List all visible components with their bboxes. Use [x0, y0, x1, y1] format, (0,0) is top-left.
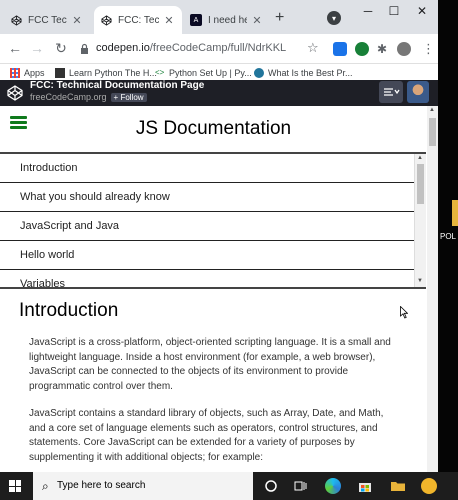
- bookmark-label: Python Set Up | Py...: [169, 68, 252, 78]
- url-domain: codepen.io: [96, 42, 150, 54]
- nav-link-javascript-and-java[interactable]: JavaScript and Java: [0, 212, 414, 241]
- extension-green-icon[interactable]: [355, 42, 369, 56]
- back-arrow-icon[interactable]: ←: [6, 40, 24, 56]
- tab-title: FCC Tech Do: [28, 14, 67, 26]
- tab-close-icon[interactable]: ✕: [250, 14, 264, 27]
- tab-search-icon[interactable]: ▾: [327, 11, 341, 25]
- store-icon[interactable]: [357, 478, 373, 494]
- page-scroll-thumb[interactable]: [429, 118, 436, 146]
- edge-icon[interactable]: [325, 478, 341, 494]
- desktop-icon-label: POL S: [440, 232, 458, 241]
- bookmark-best-pr[interactable]: What Is the Best Pr...: [254, 68, 353, 78]
- tab-need-help[interactable]: A I need help w ✕: [184, 6, 270, 34]
- tab-close-icon[interactable]: ✕: [162, 14, 176, 27]
- nav-link-introduction[interactable]: Introduction: [0, 154, 414, 183]
- bookmark-python-setup[interactable]: <> Python Set Up | Py...: [155, 68, 252, 78]
- bookmark-learn-python[interactable]: Learn Python The H...: [55, 68, 157, 78]
- nav-scrollbar[interactable]: ▲ ▼: [414, 154, 426, 287]
- codepen-favicon-icon: [10, 14, 22, 26]
- bookmark-star-icon[interactable]: ☆: [307, 40, 319, 56]
- scroll-up-icon[interactable]: ▲: [417, 155, 423, 161]
- new-tab-button[interactable]: +: [275, 10, 284, 26]
- bookmark-label: Apps: [24, 68, 45, 78]
- desktop-folder-icon[interactable]: [452, 200, 458, 226]
- browser-toolbar: ← → ↻ codepen.io/freeCodeCamp/full/NdrKK…: [0, 34, 438, 64]
- nav-scroll-thumb[interactable]: [417, 164, 424, 204]
- task-view-icon[interactable]: [293, 478, 309, 494]
- codepen-header: FCC: Technical Documentation Page freeCo…: [0, 80, 438, 106]
- mouse-cursor-icon: [400, 306, 408, 319]
- wordpress-icon: [254, 68, 264, 78]
- extensions-puzzle-icon[interactable]: ✱: [377, 42, 391, 56]
- close-window-icon[interactable]: ✕: [412, 4, 432, 18]
- address-bar[interactable]: codepen.io/freeCodeCamp/full/NdrKKL: [96, 42, 286, 54]
- extension-blue-icon[interactable]: [333, 42, 347, 56]
- section-heading: Introduction: [19, 300, 119, 321]
- search-icon: ⌕: [42, 479, 49, 493]
- tab-close-icon[interactable]: ✕: [70, 14, 84, 27]
- taskbar-search[interactable]: ⌕ Type here to search: [33, 472, 253, 500]
- page-scrollbar[interactable]: ▲: [427, 106, 438, 472]
- nav-link-prerequisites[interactable]: What you should already know: [0, 183, 414, 212]
- profile-avatar-icon[interactable]: [397, 42, 411, 56]
- fcc-forum-favicon-icon: A: [190, 14, 202, 26]
- forward-arrow-icon[interactable]: →: [28, 40, 46, 56]
- minimize-icon[interactable]: ─: [358, 4, 378, 18]
- pen-title: FCC: Technical Documentation Page: [30, 80, 205, 91]
- nav-list: Introduction What you should already kno…: [0, 154, 414, 287]
- lock-icon: [81, 43, 88, 54]
- page-title: JS Documentation: [135, 118, 292, 139]
- tab-strip: FCC Tech Do ✕ FCC: Technic ✕ A I need he…: [0, 0, 438, 34]
- bookmark-apps[interactable]: Apps: [10, 68, 45, 78]
- bookmark-label: Learn Python The H...: [69, 68, 157, 78]
- pen-author: freeCodeCamp.org + Follow: [30, 92, 147, 102]
- file-explorer-icon[interactable]: [390, 478, 406, 494]
- reload-icon[interactable]: ↻: [52, 40, 70, 57]
- bookmark-l-icon: [55, 68, 65, 78]
- tab-fcc-technical[interactable]: FCC: Technic ✕: [94, 6, 182, 34]
- scroll-down-icon[interactable]: ▼: [417, 278, 423, 284]
- user-avatar[interactable]: [407, 81, 429, 103]
- tab-fcc-tech-doc[interactable]: FCC Tech Do ✕: [4, 6, 90, 34]
- follow-button[interactable]: + Follow: [110, 93, 147, 102]
- tab-title: FCC: Technic: [118, 14, 159, 26]
- view-toggle-icon: [384, 88, 400, 96]
- chrome-like-app-icon[interactable]: [421, 478, 437, 494]
- windows-taskbar: ⌕ Type here to search: [0, 472, 458, 500]
- cortana-icon[interactable]: [263, 478, 279, 494]
- author-name[interactable]: freeCodeCamp.org: [30, 92, 107, 102]
- url-path: /freeCodeCamp/full/NdrKKL: [149, 42, 287, 54]
- bookmark-code-icon: <>: [155, 68, 165, 77]
- bookmark-label: What Is the Best Pr...: [268, 68, 353, 78]
- nav-link-hello-world[interactable]: Hello world: [0, 241, 414, 270]
- desktop-background: [438, 0, 458, 500]
- codepen-favicon-icon: [100, 14, 112, 26]
- search-placeholder: Type here to search: [57, 480, 146, 491]
- codepen-logo-icon[interactable]: [6, 84, 24, 102]
- nav-link-variables[interactable]: Variables: [0, 270, 414, 287]
- paragraph: JavaScript contains a standard library o…: [29, 408, 384, 463]
- change-view-button[interactable]: [379, 81, 403, 103]
- scroll-up-icon[interactable]: ▲: [429, 107, 435, 113]
- browser-window: FCC Tech Do ✕ FCC: Technic ✕ A I need he…: [0, 0, 438, 472]
- apps-grid-icon: [10, 68, 20, 78]
- page-viewport: JS Documentation Introduction What you s…: [0, 106, 438, 472]
- windows-start-icon[interactable]: [9, 480, 21, 492]
- menu-kebab-icon[interactable]: ⋮: [422, 41, 435, 57]
- paragraph: JavaScript is a cross-platform, object-o…: [29, 337, 391, 392]
- navbar: Introduction What you should already kno…: [0, 152, 426, 289]
- tab-title: I need help w: [208, 14, 247, 26]
- maximize-icon[interactable]: ☐: [384, 4, 404, 18]
